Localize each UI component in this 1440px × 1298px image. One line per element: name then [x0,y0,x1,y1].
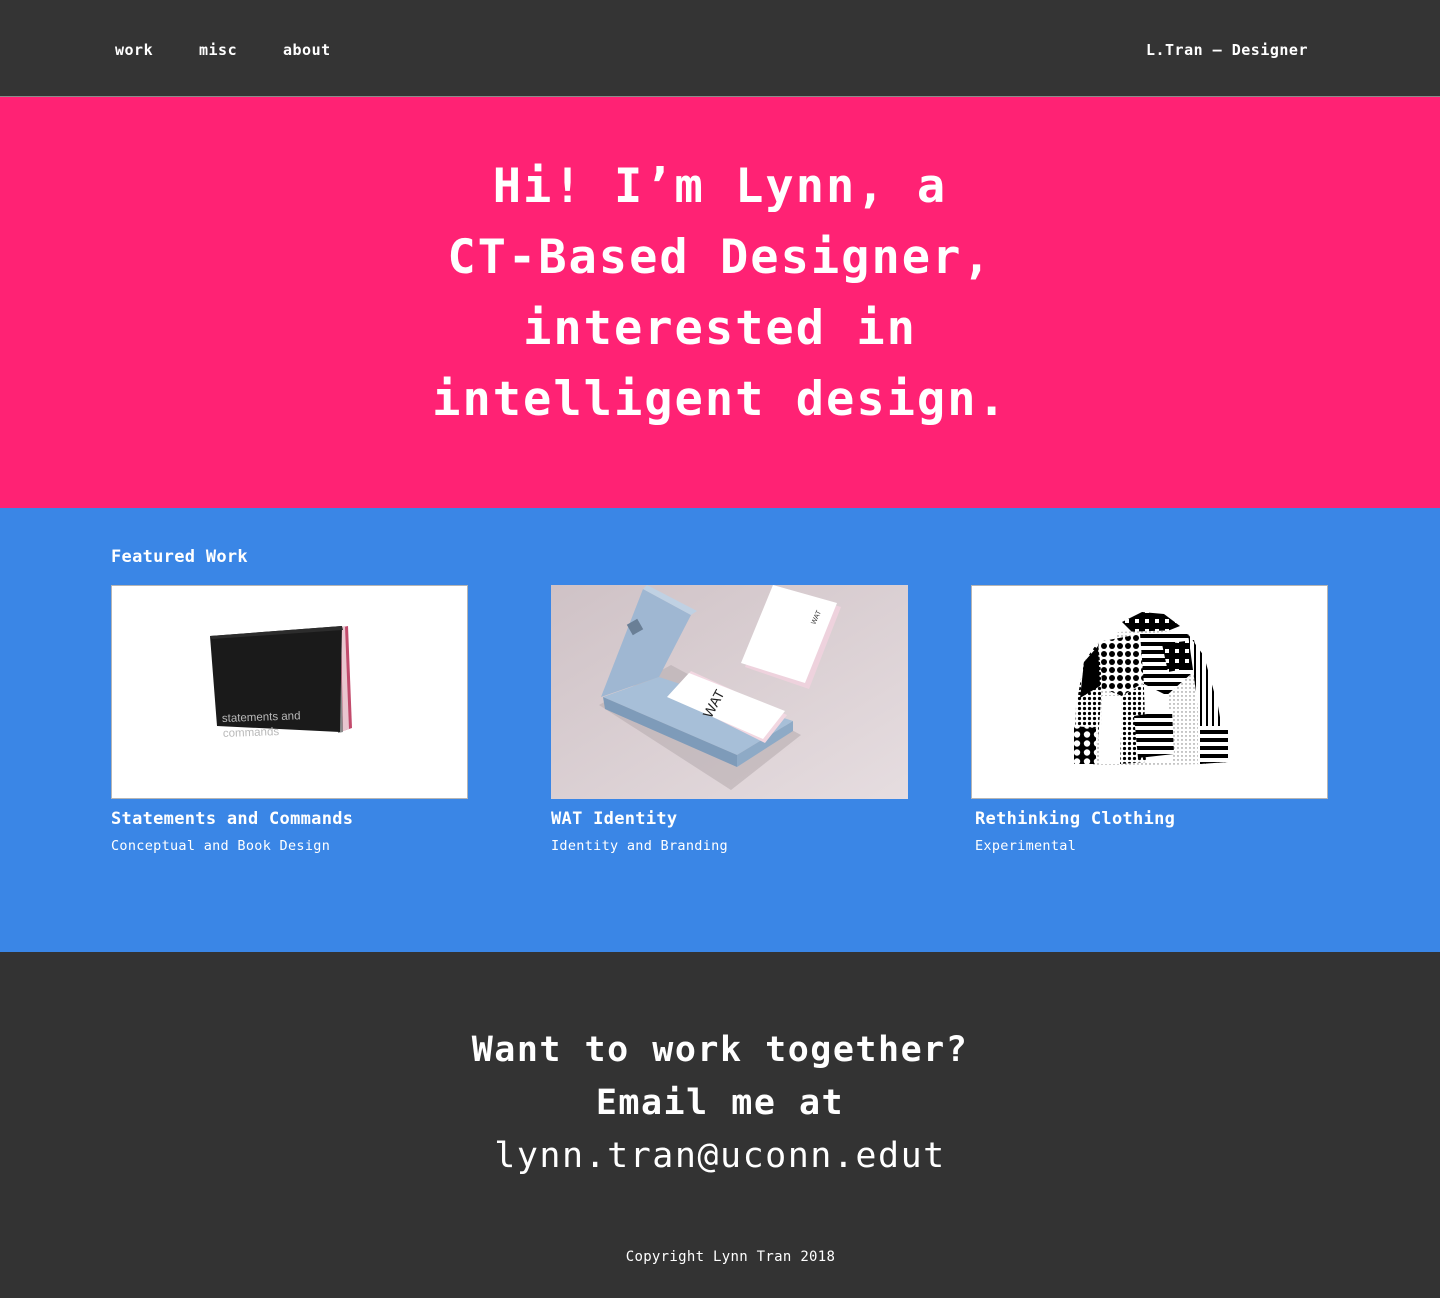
patterned-jacket-image [1074,612,1228,766]
project-title[interactable]: Rethinking Clothing [971,808,1328,830]
business-card-box-image: WAT WAT [551,585,908,799]
contact-section: Want to work together? Email me at lynn.… [0,952,1440,1298]
project-thumbnail-business-cards[interactable]: WAT WAT [551,585,908,799]
featured-work-heading: Featured Work [111,547,248,567]
site-brand-link[interactable]: L.Tran — Designer [1146,40,1308,60]
contact-line-2: Email me at [595,1083,845,1123]
project-title[interactable]: Statements and Commands [111,808,468,830]
project-card-rethinking-clothing[interactable]: Rethinking Clothing Experimental [971,585,1328,855]
black-book-image: statements and commands [112,586,467,798]
nav-link-misc[interactable]: misc [199,40,283,60]
project-thumbnail-book[interactable]: statements and commands [111,585,468,799]
project-category: Conceptual and Book Design [111,838,331,854]
hero-section: Hi! I’m Lynn, a CT-Based Designer, inter… [0,97,1440,508]
hero-line-3: interested in [523,301,917,356]
contact-email-link[interactable]: lynn.tran@uconn.edut [0,1130,1440,1183]
project-category: Identity and Branding [551,838,728,854]
project-category: Experimental [975,838,1077,854]
hero-headline: Hi! I’m Lynn, a CT-Based Designer, inter… [0,151,1440,435]
nav-link-about[interactable]: about [283,40,343,60]
project-card-statements-and-commands[interactable]: statements and commands Statements and C… [111,585,468,855]
project-thumbnail-jacket[interactable] [971,585,1328,799]
nav-link-work[interactable]: work [115,40,199,60]
project-card-wat-identity[interactable]: WAT WAT WAT Identity Identity and Brandi… [551,585,908,855]
copyright-notice: Copyright Lynn Tran 2018 [625,1249,836,1265]
svg-text:commands: commands [223,726,280,740]
contact-call-to-action: Want to work together? Email me at lynn.… [0,1024,1440,1183]
hero-line-2: CT-Based Designer, [447,230,993,285]
main-nav: work misc about [115,40,343,60]
featured-work-section: Featured Work statements and commands St… [0,508,1440,952]
hero-line-1: Hi! I’m Lynn, a [492,159,948,214]
project-title[interactable]: WAT Identity [551,808,908,830]
contact-line-1: Want to work together? [471,1030,969,1070]
hero-line-4: intelligent design. [432,372,1008,427]
top-navigation-bar: work misc about L.Tran — Designer [0,0,1440,97]
